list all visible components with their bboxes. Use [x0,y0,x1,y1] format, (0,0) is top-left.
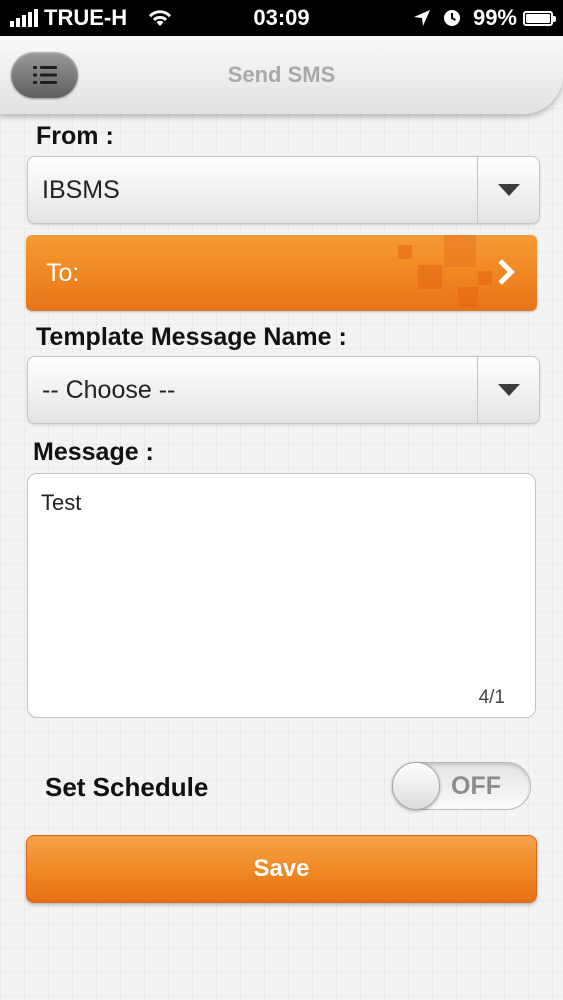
template-select[interactable]: -- Choose -- [27,356,540,424]
navbar: Send SMS [0,36,563,114]
chevron-right-icon [489,259,515,285]
template-value: -- Choose -- [42,376,176,404]
from-dropdown-button[interactable] [477,157,539,223]
character-counter: 4/1 [478,687,505,708]
location-arrow-icon [413,10,430,26]
schedule-label: Set Schedule [45,772,209,802]
status-bar: TRUE-H 03:09 99% [0,0,563,36]
from-value: IBSMS [42,176,120,204]
signal-icon [10,9,38,27]
battery-percent: 99% [472,5,517,30]
template-dropdown-button[interactable] [477,357,539,423]
status-right: 99% [413,5,556,31]
message-textarea[interactable]: Test 4/1 [27,473,536,718]
chevron-down-icon [497,384,520,396]
toggle-state-text: OFF [451,772,501,800]
to-label: To: [46,259,80,287]
from-label: From : [36,122,114,150]
to-recipient-button[interactable]: To: [26,235,537,311]
message-text: Test [41,490,82,515]
status-left: TRUE-H [10,5,173,31]
schedule-toggle[interactable]: OFF [392,762,531,810]
chevron-down-icon [497,184,520,196]
wifi-icon [149,10,172,26]
app-screen: Send SMS From : IBSMS To: Template Messa… [0,36,563,1000]
battery-icon [523,10,556,26]
from-select[interactable]: IBSMS [27,156,540,224]
toggle-knob [392,762,440,810]
carrier-name: TRUE-H [44,5,128,30]
template-label: Template Message Name : [36,323,347,351]
page-title: Send SMS [227,62,336,87]
save-button[interactable]: Save [26,835,537,903]
clock-lock-icon [443,10,460,26]
message-label: Message : [33,438,154,466]
